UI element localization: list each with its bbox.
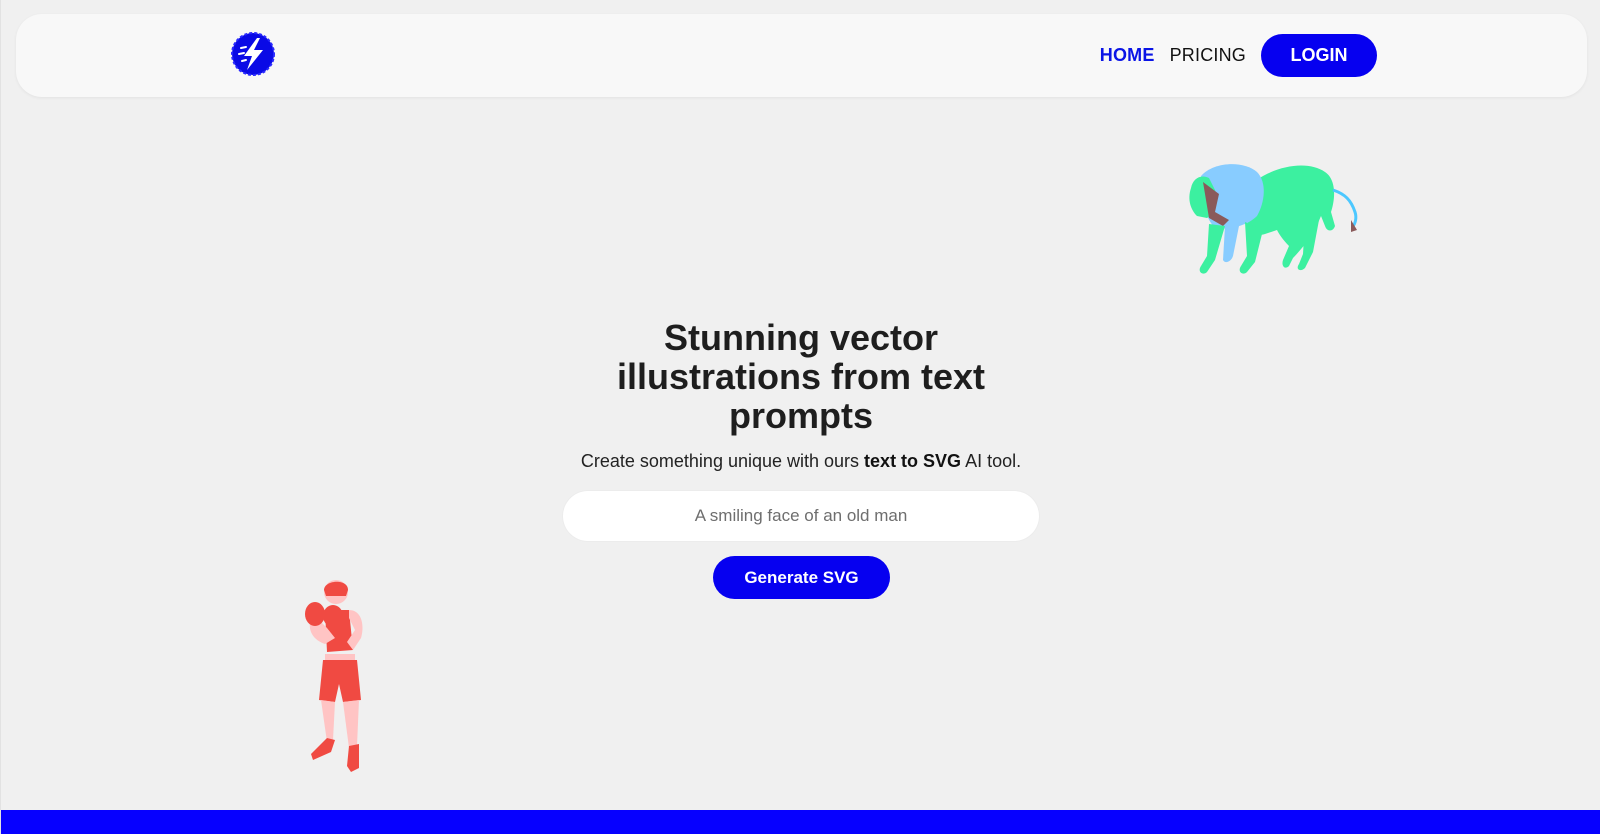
lion-illustration	[1189, 164, 1358, 274]
hero-section: Stunning vector illustrations from text …	[1, 318, 1600, 472]
page: HOME PRICING LOGIN Stunning vector illus…	[0, 0, 1600, 834]
hero-title: Stunning vector illustrations from text …	[616, 317, 986, 436]
boxer-illustration	[305, 580, 363, 772]
nav-link-home[interactable]: HOME	[1100, 45, 1155, 66]
nav-link-pricing[interactable]: PRICING	[1170, 45, 1246, 66]
top-navbar: HOME PRICING LOGIN	[16, 14, 1587, 97]
main-nav: HOME PRICING LOGIN	[1100, 34, 1377, 77]
hero-subtitle-suffix: AI tool.	[961, 451, 1022, 471]
lightning-bolt-logo-icon[interactable]	[230, 31, 276, 77]
hero-subtitle-bold: text to SVG	[864, 451, 962, 471]
hero-subtitle-prefix: Create something unique with ours	[580, 451, 865, 471]
footer-bar	[1, 810, 1600, 834]
generate-svg-button[interactable]: Generate SVG	[713, 556, 890, 599]
login-button[interactable]: LOGIN	[1261, 34, 1377, 77]
hero-subtitle: Create something unique with ours text t…	[1, 451, 1600, 472]
prompt-input[interactable]	[563, 491, 1039, 541]
